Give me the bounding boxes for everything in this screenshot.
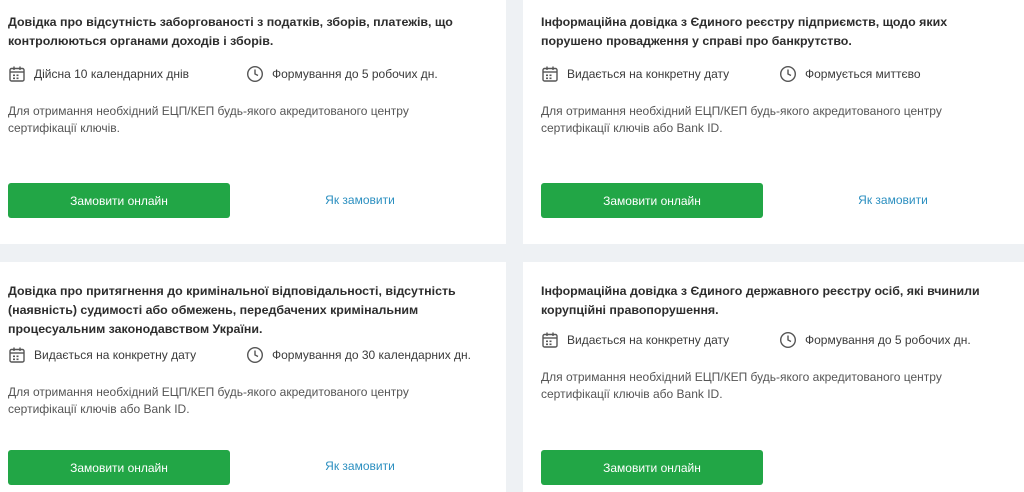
how-to-order-link[interactable]: Як замовити bbox=[300, 193, 420, 207]
card-title: Довідка про відсутність заборгованості з… bbox=[8, 15, 453, 48]
card-title: Довідка про притягнення до кримінальної … bbox=[8, 284, 456, 336]
processing-text: Формується миттєво bbox=[805, 67, 921, 81]
calendar-icon bbox=[541, 65, 559, 83]
card-meta: Дійсна 10 календарних днів Формування до… bbox=[8, 64, 498, 84]
processing-text: Формування до 5 робочих дн. bbox=[805, 333, 971, 347]
calendar-icon bbox=[541, 331, 559, 349]
clock-icon bbox=[779, 65, 797, 83]
calendar-icon bbox=[8, 65, 26, 83]
processing-info: Формування до 5 робочих дн. bbox=[779, 330, 971, 350]
card-title: Інформаційна довідка з Єдиного реєстру п… bbox=[541, 15, 948, 48]
processing-info: Формується миттєво bbox=[779, 64, 921, 84]
order-online-button[interactable]: Замовити онлайн bbox=[8, 183, 230, 218]
card-title: Інформаційна довідка з Єдиного державног… bbox=[541, 284, 980, 317]
validity-info: Дійсна 10 календарних днів bbox=[8, 64, 189, 84]
how-to-order-link[interactable]: Як замовити bbox=[833, 193, 953, 207]
card-meta: Видається на конкретну дату Формується м… bbox=[541, 64, 1024, 84]
service-card: Інформаційна довідка з Єдиного реєстру п… bbox=[523, 0, 1024, 244]
validity-info: Видається на конкретну дату bbox=[541, 64, 729, 84]
card-description: Для отримання необхідний ЕЦП/КЕП будь-як… bbox=[541, 370, 942, 401]
service-card: Довідка про притягнення до кримінальної … bbox=[0, 262, 506, 492]
calendar-icon bbox=[8, 346, 26, 364]
order-online-button[interactable]: Замовити онлайн bbox=[541, 183, 763, 218]
clock-icon bbox=[246, 65, 264, 83]
card-meta: Видається на конкретну дату Формування д… bbox=[541, 330, 1024, 350]
validity-text: Видається на конкретну дату bbox=[567, 67, 730, 81]
card-meta: Видається на конкретну дату Формування д… bbox=[8, 345, 498, 365]
order-online-button[interactable]: Замовити онлайн bbox=[541, 450, 763, 485]
processing-text: Формування до 30 календарних дн. bbox=[272, 348, 472, 362]
processing-info: Формування до 5 робочих дн. bbox=[246, 64, 438, 84]
order-online-button[interactable]: Замовити онлайн bbox=[8, 450, 230, 485]
validity-info: Видається на конкретну дату bbox=[541, 330, 729, 350]
clock-icon bbox=[246, 346, 264, 364]
card-description: Для отримання необхідний ЕЦП/КЕП будь-як… bbox=[541, 104, 942, 135]
how-to-order-link[interactable]: Як замовити bbox=[300, 459, 420, 473]
service-card: Довідка про відсутність заборгованості з… bbox=[0, 0, 506, 244]
validity-text: Видається на конкретну дату bbox=[34, 348, 197, 362]
card-description: Для отримання необхідний ЕЦП/КЕП будь-як… bbox=[8, 104, 409, 135]
validity-info: Видається на конкретну дату bbox=[8, 345, 196, 365]
validity-text: Видається на конкретну дату bbox=[567, 333, 730, 347]
processing-text: Формування до 5 робочих дн. bbox=[272, 67, 438, 81]
clock-icon bbox=[779, 331, 797, 349]
validity-text: Дійсна 10 календарних днів bbox=[34, 67, 189, 81]
card-description: Для отримання необхідний ЕЦП/КЕП будь-як… bbox=[8, 385, 409, 416]
processing-info: Формування до 30 календарних дн. bbox=[246, 345, 471, 365]
service-card: Інформаційна довідка з Єдиного державног… bbox=[523, 262, 1024, 492]
